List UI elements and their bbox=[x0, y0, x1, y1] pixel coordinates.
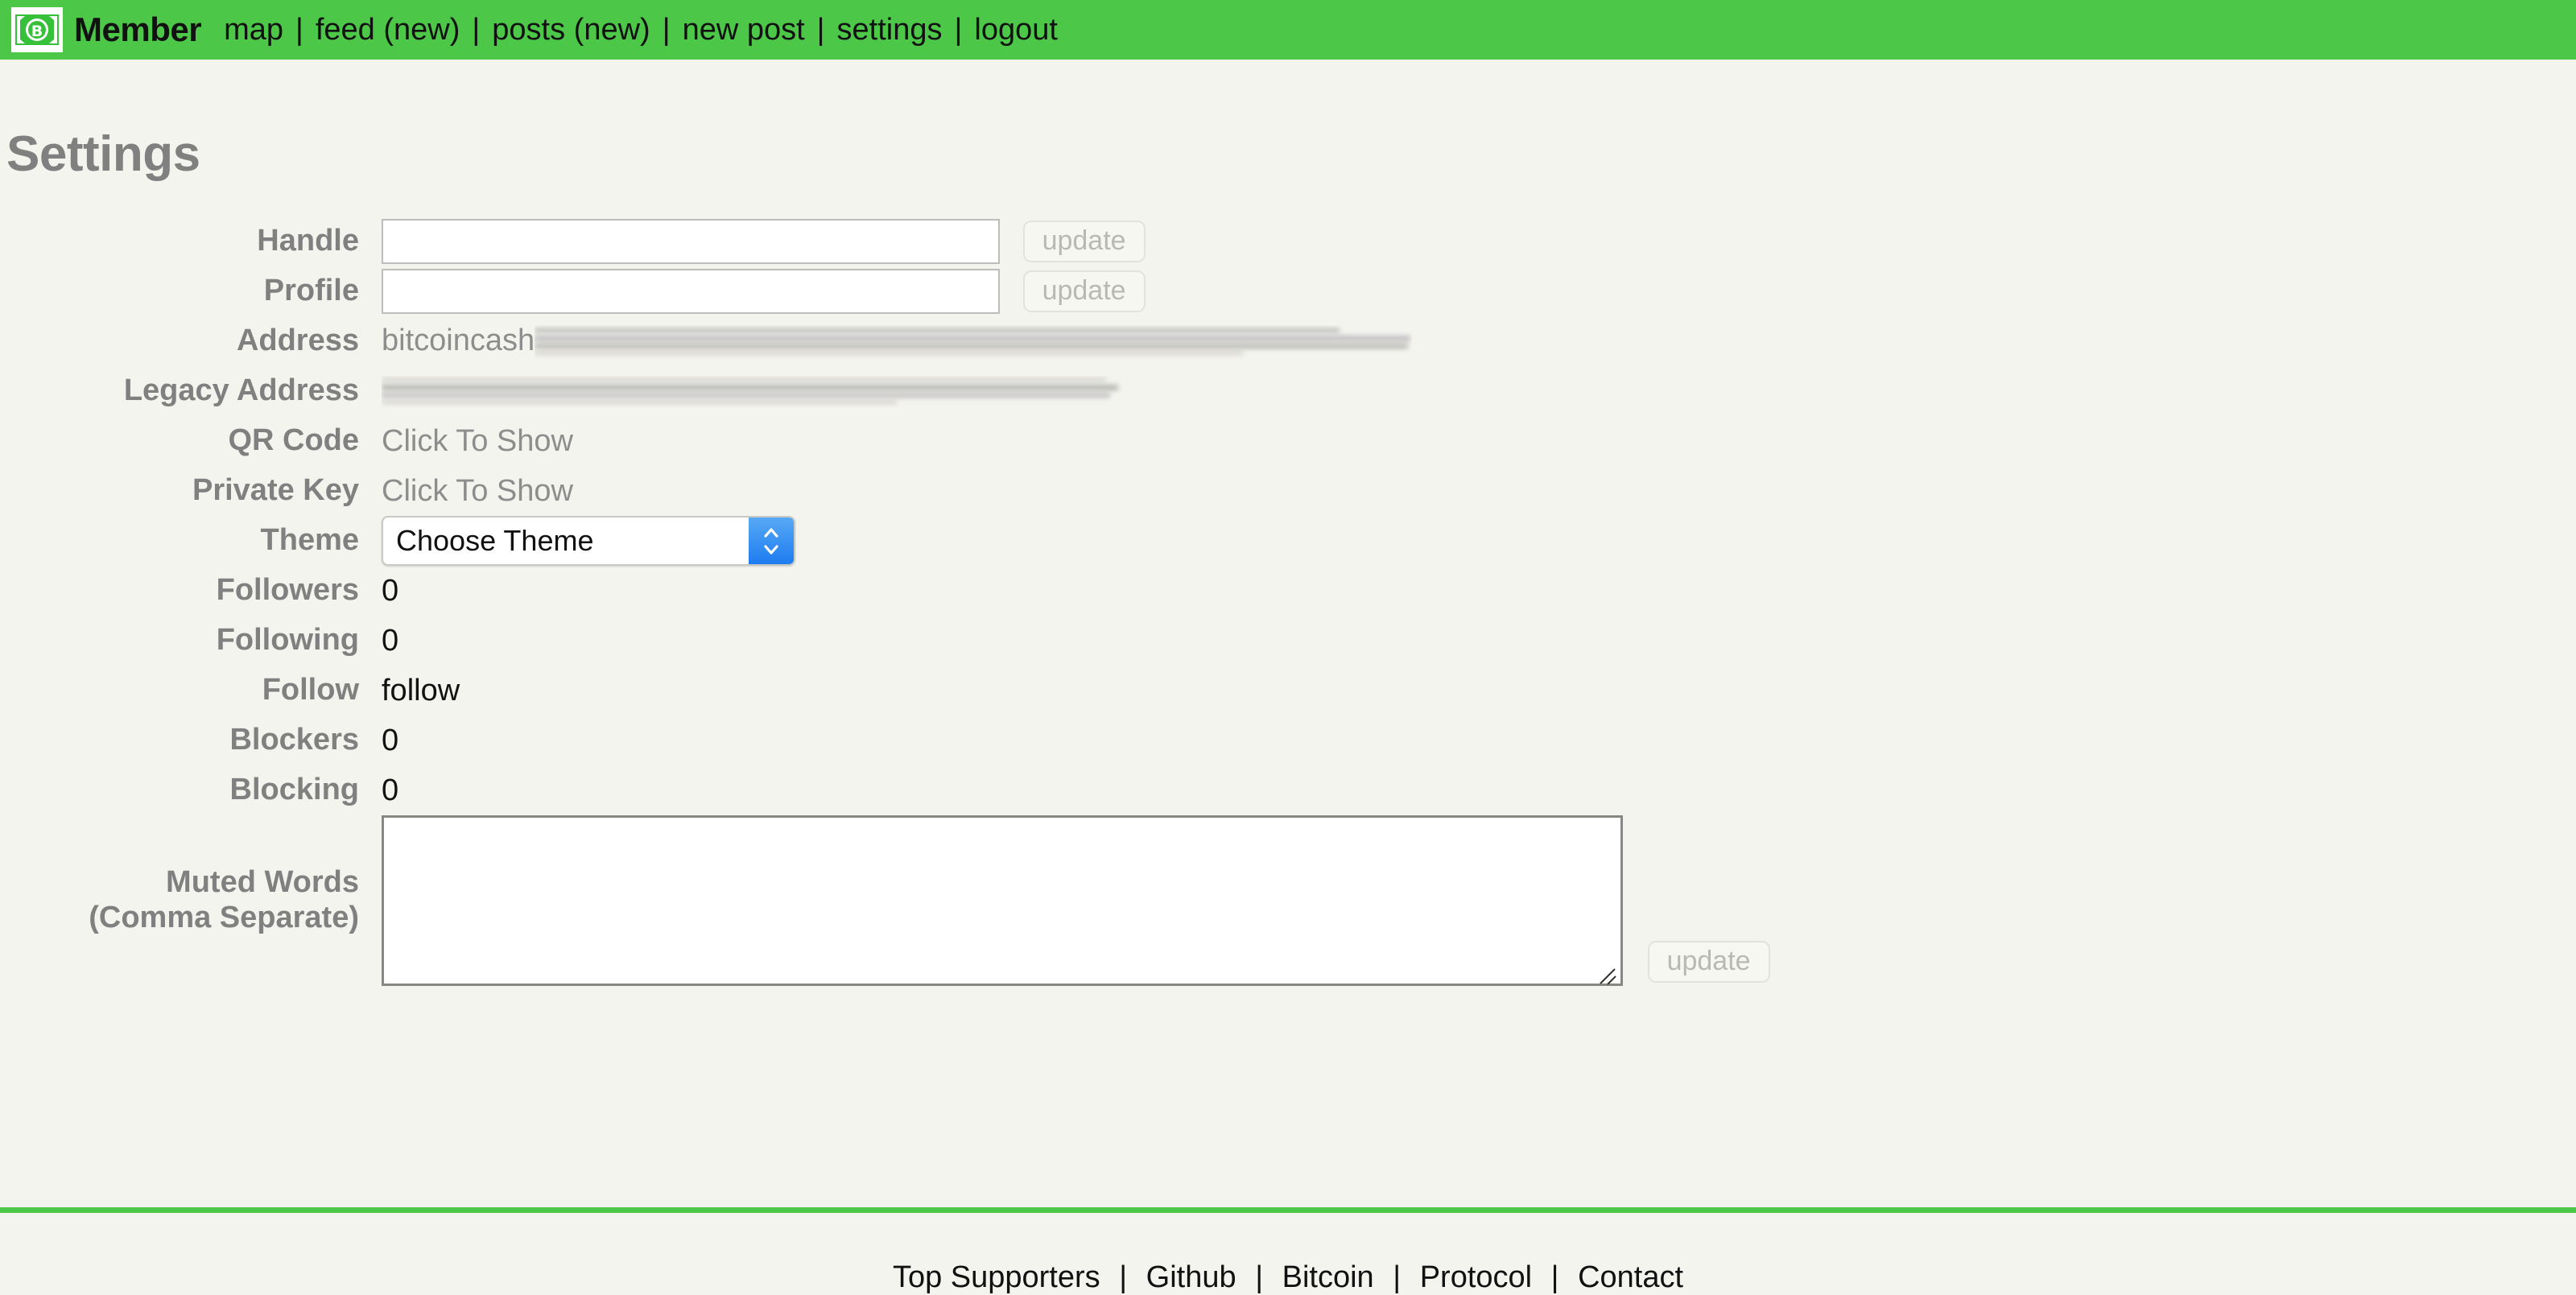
label-muted-words-line2: (Comma Separate) bbox=[89, 901, 359, 934]
nav-link-settings[interactable]: settings bbox=[837, 13, 943, 47]
muted-words-textarea[interactable] bbox=[382, 815, 1623, 986]
footer-link-top-supporters[interactable]: Top Supporters bbox=[893, 1260, 1100, 1294]
label-followers: Followers bbox=[216, 573, 359, 608]
brand-name[interactable]: Member bbox=[74, 10, 202, 49]
blocking-count[interactable]: 0 bbox=[370, 765, 1770, 815]
theme-select-value: Choose Theme bbox=[396, 524, 594, 557]
nav-link-posts[interactable]: posts (new) bbox=[492, 13, 650, 47]
svg-text:B: B bbox=[31, 23, 43, 40]
blockers-count[interactable]: 0 bbox=[370, 716, 1770, 765]
theme-select[interactable]: Choose Theme bbox=[382, 516, 795, 566]
form-row-following: Following 0 bbox=[0, 616, 1770, 666]
form-row-blockers: Blockers 0 bbox=[0, 716, 1770, 765]
footer-link-protocol[interactable]: Protocol bbox=[1420, 1260, 1532, 1294]
address-redacted-value bbox=[535, 325, 1412, 359]
form-row-follow: Follow follow bbox=[0, 666, 1770, 716]
settings-form: Handle update Profile update Address bit… bbox=[0, 217, 1770, 986]
footer-link-github[interactable]: Github bbox=[1146, 1260, 1236, 1294]
nav-separator: | bbox=[295, 12, 303, 47]
nav-links: map | feed (new) | posts (new) | new pos… bbox=[224, 13, 1058, 47]
label-follow: Follow bbox=[262, 673, 359, 707]
label-address: Address bbox=[236, 324, 359, 358]
followers-count[interactable]: 0 bbox=[370, 566, 1770, 616]
form-row-muted-words: Muted Words (Comma Separate) update bbox=[0, 815, 1770, 986]
nav-link-map[interactable]: map bbox=[224, 13, 283, 47]
nav-link-feed[interactable]: feed (new) bbox=[316, 13, 460, 47]
label-qr-code: QR Code bbox=[228, 423, 359, 458]
form-row-profile: Profile update bbox=[0, 266, 1770, 316]
label-handle: Handle bbox=[257, 224, 359, 258]
nav-separator: | bbox=[954, 12, 963, 47]
banknote-bitcoin-icon[interactable]: B bbox=[11, 7, 63, 52]
chevron-up-down-icon bbox=[749, 518, 794, 564]
form-row-theme: Theme Choose Theme bbox=[0, 516, 1770, 566]
form-row-address: Address bitcoincash bbox=[0, 316, 1770, 366]
label-blockers: Blockers bbox=[229, 723, 359, 757]
form-row-legacy-address: Legacy Address bbox=[0, 366, 1770, 416]
nav-link-new-post[interactable]: new post bbox=[683, 13, 805, 47]
settings-page: Settings Handle update Profile update Ad… bbox=[0, 126, 2576, 1294]
profile-input[interactable] bbox=[382, 269, 1000, 314]
address-value-prefix: bitcoincash bbox=[382, 324, 535, 358]
label-blocking: Blocking bbox=[229, 773, 359, 807]
qr-code-show-link[interactable]: Click To Show bbox=[370, 416, 1770, 466]
follow-action-link[interactable]: follow bbox=[370, 666, 1770, 716]
profile-update-button[interactable]: update bbox=[1022, 270, 1146, 312]
form-row-qr-code: QR Code Click To Show bbox=[0, 416, 1770, 466]
handle-input[interactable] bbox=[382, 219, 1000, 264]
label-profile: Profile bbox=[263, 274, 359, 308]
footer-separator: | bbox=[1255, 1260, 1264, 1294]
nav-separator: | bbox=[662, 12, 671, 47]
form-row-private-key: Private Key Click To Show bbox=[0, 466, 1770, 516]
footer-links: Top Supporters | Github | Bitcoin | Prot… bbox=[0, 1260, 2576, 1295]
private-key-show-link[interactable]: Click To Show bbox=[370, 466, 1770, 516]
form-row-blocking: Blocking 0 bbox=[0, 765, 1770, 815]
footer-separator: | bbox=[1393, 1260, 1402, 1294]
label-following: Following bbox=[216, 623, 359, 658]
footer-divider bbox=[0, 1207, 2576, 1213]
form-row-followers: Followers 0 bbox=[0, 566, 1770, 616]
top-navbar: B Member map | feed (new) | posts (new) … bbox=[0, 0, 2576, 60]
muted-words-update-button[interactable]: update bbox=[1647, 941, 1770, 983]
label-muted-words-line1: Muted Words bbox=[166, 865, 359, 900]
page-title: Settings bbox=[6, 126, 200, 182]
nav-link-logout[interactable]: logout bbox=[974, 13, 1058, 47]
footer-link-contact[interactable]: Contact bbox=[1578, 1260, 1683, 1294]
following-count[interactable]: 0 bbox=[370, 616, 1770, 666]
label-theme: Theme bbox=[260, 523, 359, 558]
footer-separator: | bbox=[1550, 1260, 1559, 1294]
footer-link-bitcoin[interactable]: Bitcoin bbox=[1282, 1260, 1374, 1294]
resize-handle-icon[interactable] bbox=[1597, 960, 1618, 985]
legacy-address-redacted-value bbox=[382, 376, 1122, 408]
form-row-handle: Handle update bbox=[0, 217, 1770, 266]
handle-update-button[interactable]: update bbox=[1022, 221, 1146, 262]
nav-separator: | bbox=[472, 12, 481, 47]
nav-separator: | bbox=[816, 12, 825, 47]
footer-separator: | bbox=[1119, 1260, 1128, 1294]
label-legacy-address: Legacy Address bbox=[123, 373, 359, 408]
label-muted-words: Muted Words (Comma Separate) bbox=[0, 815, 370, 986]
label-private-key: Private Key bbox=[192, 473, 359, 508]
